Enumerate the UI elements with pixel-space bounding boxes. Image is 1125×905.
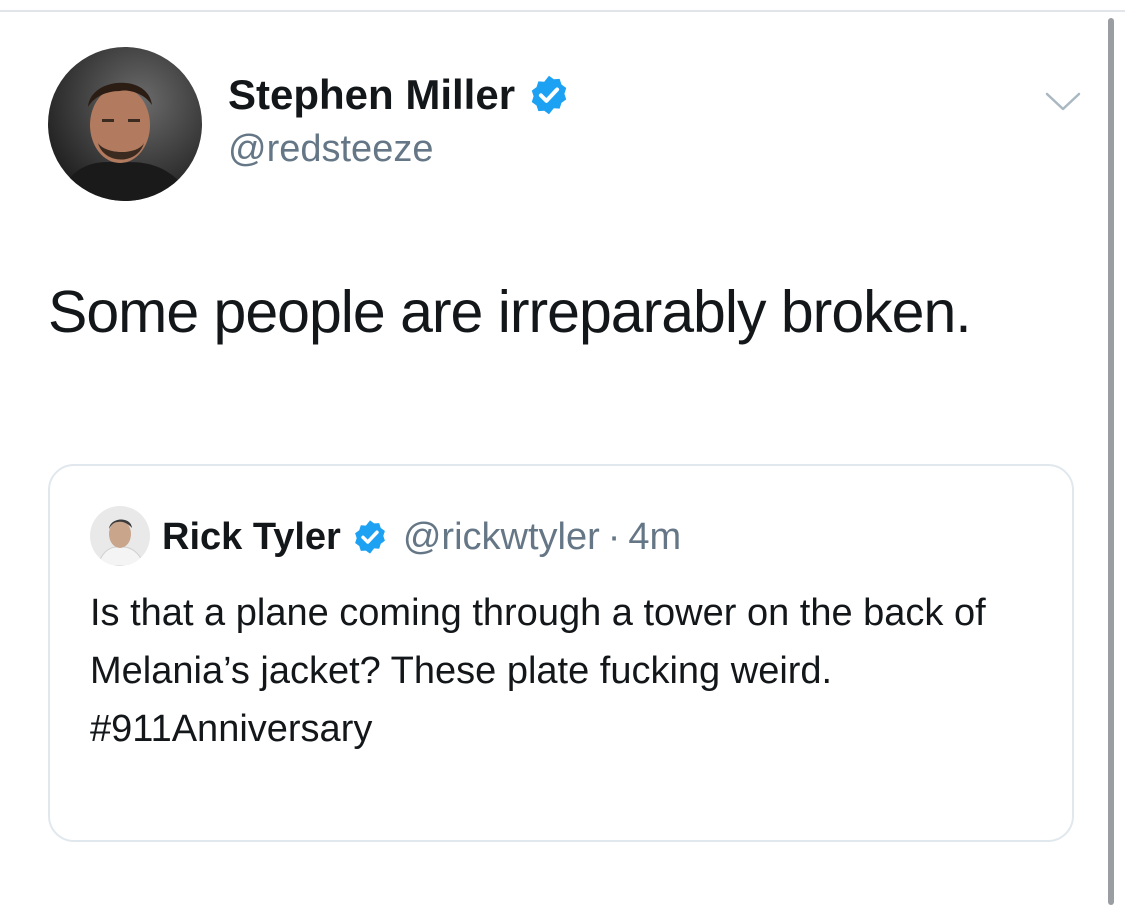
quoted-tweet-hashtag[interactable]: #911Anniversary — [90, 700, 1050, 758]
author-avatar[interactable] — [48, 47, 202, 201]
author-name[interactable]: Stephen Miller — [228, 70, 515, 120]
quoted-author-name[interactable]: Rick Tyler — [162, 516, 341, 559]
top-divider — [0, 10, 1125, 12]
quoted-author-handle[interactable]: @rickwtyler — [403, 516, 600, 559]
author-avatar-image — [48, 47, 202, 201]
author-name-row: Stephen Miller — [228, 70, 571, 120]
quoted-author-avatar-image — [90, 506, 150, 566]
chevron-down-icon[interactable] — [1044, 90, 1082, 114]
quoted-tweet-body: Is that a plane coming through a tower o… — [90, 584, 1050, 758]
quoted-tweet-card[interactable]: Rick Tyler @rickwtyler · 4m Is that a pl… — [48, 464, 1074, 842]
verified-badge-icon — [354, 520, 385, 554]
quoted-tweet-timestamp[interactable]: 4m — [628, 516, 681, 559]
tweet-text: Some people are irreparably broken. — [48, 279, 972, 345]
author-handle[interactable]: @redsteeze — [228, 126, 433, 172]
verified-badge-icon — [531, 75, 567, 115]
separator-dot: · — [607, 515, 621, 558]
scrollbar[interactable] — [1108, 18, 1114, 905]
quoted-tweet-text: Is that a plane coming through a tower o… — [90, 592, 986, 692]
quoted-tweet-header: Rick Tyler @rickwtyler · 4m — [162, 510, 681, 564]
quoted-author-avatar[interactable] — [90, 506, 150, 566]
